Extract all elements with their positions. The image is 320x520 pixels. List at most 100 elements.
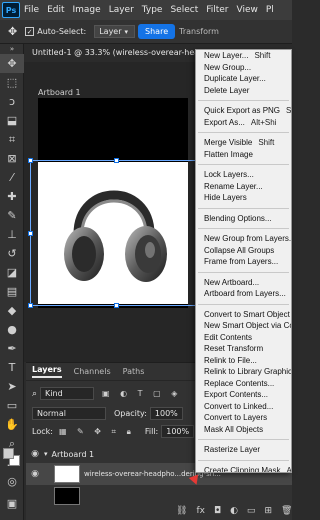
context-menu-item[interactable]: Blending Options... — [196, 213, 291, 225]
adjustment-layer-icon[interactable]: ◐ — [230, 506, 238, 516]
context-menu-item-label: Export Contents... — [204, 390, 269, 399]
context-menu-item[interactable]: Lock Layers... — [196, 169, 291, 181]
context-menu-item[interactable]: Mask All Objects — [196, 424, 291, 436]
transform-handle[interactable] — [114, 158, 119, 163]
foreground-color-swatch[interactable] — [3, 448, 14, 459]
menu-separator — [198, 271, 289, 273]
layer-filter-dropdown[interactable]: Kind — [40, 387, 95, 400]
context-menu-item[interactable]: Create Clipping Mask Alt — [196, 465, 291, 473]
menu-bar: Ps File Edit Image Layer Type Select Fil… — [0, 0, 292, 20]
menu-separator — [198, 100, 289, 101]
transform-handle[interactable] — [28, 158, 33, 163]
trash-icon[interactable]: 🗑︎ — [281, 506, 292, 516]
tab-paths[interactable]: Paths — [123, 367, 145, 376]
menu-edit[interactable]: Edit — [47, 5, 64, 15]
context-menu-item-label: Convert to Smart Object — [204, 309, 290, 319]
context-menu-item[interactable]: Edit Contents — [196, 332, 291, 344]
menu-file[interactable]: File — [24, 5, 39, 15]
menu-plugins[interactable]: Pl — [266, 5, 274, 15]
brush-tool-icon[interactable]: ✎ — [0, 206, 24, 225]
transform-selection-box[interactable] — [28, 158, 202, 308]
dodge-tool-icon[interactable]: ● — [0, 320, 24, 339]
background-layer-row[interactable] — [26, 485, 292, 507]
transform-handle[interactable] — [114, 303, 119, 308]
menu-select[interactable]: Select — [170, 5, 198, 15]
pen-tool-icon[interactable]: ✒ — [0, 339, 24, 358]
context-menu-item[interactable]: New Layer... Shift — [196, 50, 291, 62]
color-swatches[interactable] — [3, 448, 21, 468]
new-layer-icon[interactable]: ⊞ — [264, 506, 272, 516]
move-tool-icon[interactable]: ✥ — [8, 25, 17, 38]
context-menu-item[interactable]: New Group from Layers... — [196, 233, 291, 245]
context-menu-item[interactable]: Convert to Layers — [196, 412, 291, 424]
context-menu-item[interactable]: Flatten Image — [196, 149, 291, 161]
eraser-tool-icon[interactable]: ◪ — [0, 263, 24, 282]
fx-icon[interactable]: fx — [196, 506, 205, 516]
context-menu-item[interactable]: Relink to Library Graphic... — [196, 366, 291, 378]
context-menu-item[interactable]: Frame from Layers... — [196, 256, 291, 268]
transform-handle[interactable] — [28, 303, 33, 308]
quick-mask-icon[interactable]: ◎ — [0, 472, 24, 491]
lasso-tool-icon[interactable]: ↄ — [0, 92, 24, 111]
context-menu-item[interactable]: New Group... — [196, 62, 291, 74]
object-selection-tool-icon[interactable]: ⬓ — [0, 111, 24, 130]
context-menu-item[interactable]: Rasterize Layer — [196, 444, 291, 456]
gradient-tool-icon[interactable]: ▤ — [0, 282, 24, 301]
context-menu-item[interactable]: Rename Layer... — [196, 181, 291, 193]
context-menu-item[interactable]: Merge Visible Shift — [196, 137, 291, 149]
hand-tool-icon[interactable]: ✋ — [0, 415, 24, 434]
marquee-tool-icon[interactable]: ⬚ — [0, 73, 24, 92]
context-menu-item[interactable]: Artboard from Layers... — [196, 288, 291, 300]
menu-view[interactable]: View — [237, 5, 258, 15]
eyedropper-tool-icon[interactable]: ⁄ — [0, 168, 24, 187]
collapse-icon[interactable]: » — [0, 44, 24, 54]
type-tool-icon[interactable]: T — [0, 358, 24, 377]
new-group-icon[interactable]: ▭ — [247, 506, 256, 516]
context-menu-item[interactable]: New Artboard... — [196, 277, 291, 289]
tab-channels[interactable]: Channels — [74, 367, 111, 376]
add-mask-icon[interactable]: ◘ — [214, 506, 221, 516]
history-brush-tool-icon[interactable]: ↺ — [0, 244, 24, 263]
frame-tool-icon[interactable]: ⊠ — [0, 149, 24, 168]
context-menu-item[interactable]: Relink to File... — [196, 355, 291, 367]
share-button[interactable]: Share — [138, 24, 176, 39]
auto-select-checkbox[interactable]: ✓ — [25, 27, 35, 36]
context-menu-item[interactable]: Hide Layers — [196, 192, 291, 204]
menu-type[interactable]: Type — [142, 5, 163, 15]
context-menu-item[interactable]: Delete Layer — [196, 85, 291, 97]
menu-image[interactable]: Image — [73, 5, 101, 15]
fill-field[interactable]: 100% — [161, 425, 195, 438]
eye-icon[interactable]: ◉ — [26, 449, 44, 459]
artboard-label[interactable]: Artboard 1 — [38, 88, 81, 97]
tab-layers[interactable]: Layers — [32, 365, 62, 378]
blend-mode-dropdown[interactable]: Normal — [32, 407, 106, 420]
context-menu-item[interactable]: Convert to Smart Object — [196, 309, 291, 321]
blur-tool-icon[interactable]: ◆ — [0, 301, 24, 320]
context-menu-item[interactable]: Reset Transform — [196, 343, 291, 355]
context-menu-item[interactable]: Export As... Alt+Shi — [196, 117, 291, 129]
link-layers-icon[interactable]: ⛓ — [176, 506, 187, 516]
clone-stamp-tool-icon[interactable]: ⊥ — [0, 225, 24, 244]
context-menu-item[interactable]: Convert to Linked... — [196, 401, 291, 413]
rectangle-tool-icon[interactable]: ▭ — [0, 396, 24, 415]
opacity-field[interactable]: 100% — [149, 407, 183, 420]
context-menu-item[interactable]: Collapse All Groups — [196, 245, 291, 257]
transform-handle[interactable] — [28, 231, 33, 236]
healing-brush-tool-icon[interactable]: ✚ — [0, 187, 24, 206]
move-tool-icon[interactable]: ✥ — [0, 54, 24, 73]
eye-icon[interactable]: ◉ — [26, 469, 44, 479]
lock-icons[interactable]: ▦ ✎ ✥ ⌗ 🔒︎ — [59, 427, 135, 437]
context-menu-item[interactable]: Export Contents... — [196, 389, 291, 401]
screen-mode-icon[interactable]: ▣ — [0, 494, 24, 513]
path-selection-tool-icon[interactable]: ➤ — [0, 377, 24, 396]
context-menu-item[interactable]: Duplicate Layer... — [196, 73, 291, 85]
context-menu-item[interactable]: Quick Export as PNG Shi — [196, 105, 291, 117]
menu-layer[interactable]: Layer — [109, 5, 134, 15]
filter-icons[interactable]: ▣ ◐ T ▢ ◈ — [102, 389, 181, 398]
auto-select-target-dropdown[interactable]: Layer — [94, 25, 135, 38]
chevron-down-icon[interactable]: ▾ — [44, 450, 48, 458]
context-menu-item[interactable]: New Smart Object via Cop — [196, 320, 291, 332]
crop-tool-icon[interactable]: ⌗ — [0, 130, 24, 149]
menu-filter[interactable]: Filter — [206, 5, 228, 15]
context-menu-item[interactable]: Replace Contents... — [196, 378, 291, 390]
